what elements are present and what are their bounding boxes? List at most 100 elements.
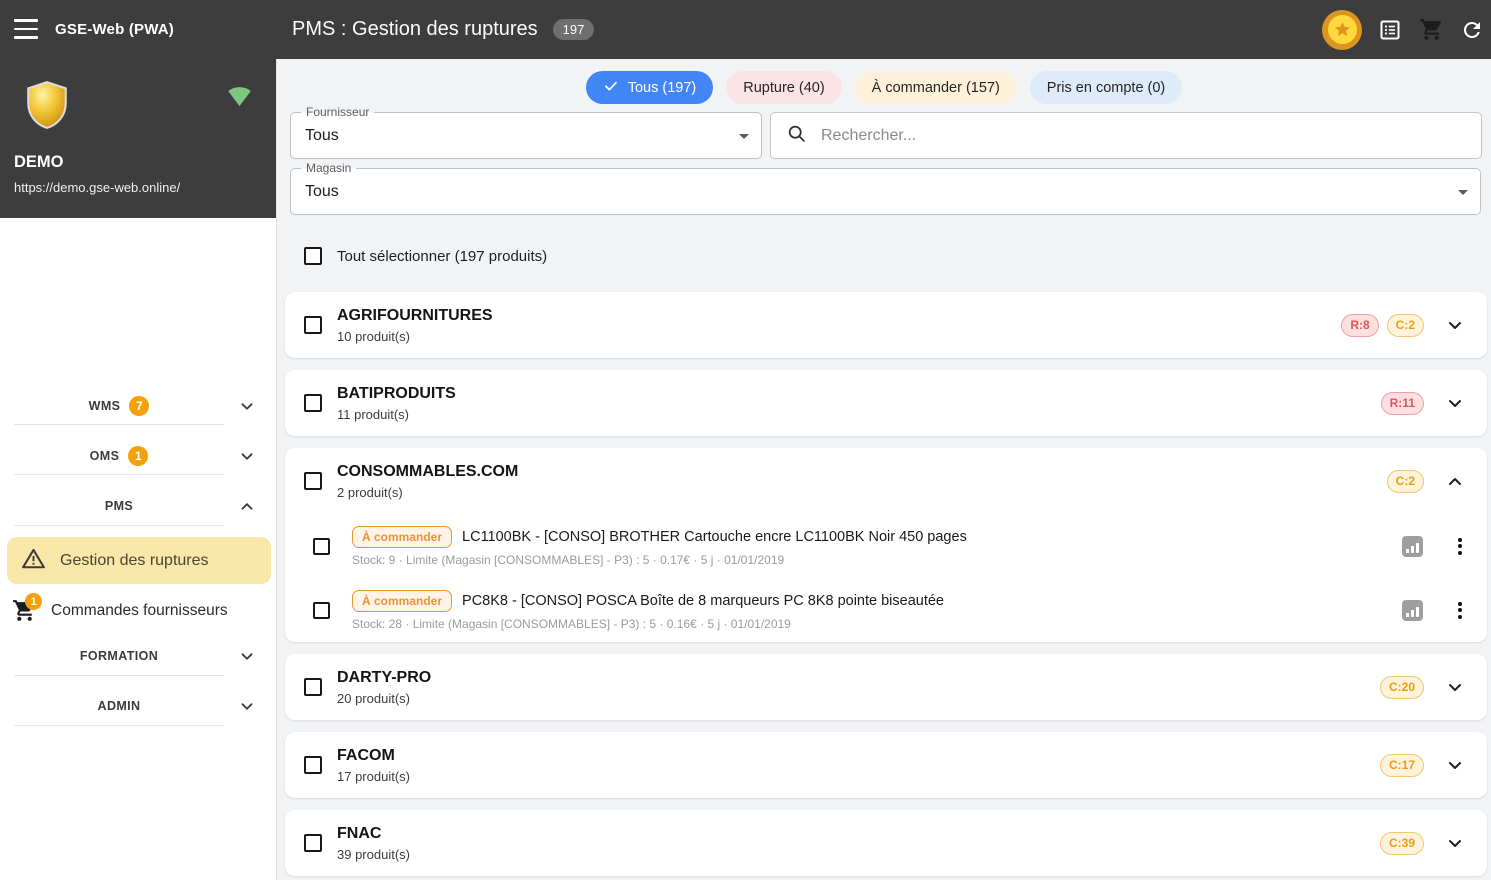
chevron-down-icon[interactable] [1443,391,1467,415]
supplier-checkbox[interactable] [304,678,322,696]
oms-badge: 1 [128,446,149,466]
sidebar-item-label: Commandes fournisseurs [51,602,228,619]
filter-chip-label: Tous (197) [627,79,697,96]
chevron-down-icon[interactable] [1443,831,1467,855]
bar-chart-icon[interactable] [1402,535,1423,557]
sidebar-section-wms[interactable]: WMS 7 [0,388,277,424]
bar-chart-icon[interactable] [1402,599,1423,621]
supplier-count: 10 produit(s) [337,328,410,344]
sidebar-section-admin[interactable]: ADMIN [0,688,277,724]
chevron-down-icon[interactable] [1443,753,1467,777]
supplier-card: BATIPRODUITS 11 produit(s) R:11 [285,370,1487,436]
sidebar-item-gestion-des-ruptures[interactable]: Gestion des ruptures [7,537,271,584]
product-row: À commander LC1100BK - [CONSO] BROTHER C… [285,514,1487,578]
supplier-checkbox[interactable] [304,472,322,490]
supplier-card: AGRIFOURNITURES 10 produit(s) R:8 C:2 [285,292,1487,358]
commander-count-badge: C:2 [1386,313,1424,337]
sidebar-profile: DEMO https://demo.gse-web.online/ [0,59,276,218]
commander-count-badge: C:20 [1379,675,1424,699]
chevron-down-icon[interactable] [1443,675,1467,699]
main-content: Tous (197) Rupture (40) À commander (157… [277,59,1491,880]
search-input[interactable] [821,126,1466,145]
filter-chip-pris-en-compte[interactable]: Pris en compte (0) [1029,71,1183,104]
fournisseur-select-label: Fournisseur [301,105,375,119]
filter-chip-a-commander[interactable]: À commander (157) [854,71,1017,104]
check-icon [603,78,619,98]
rupture-count-badge: R:8 [1341,313,1379,337]
chevron-up-icon[interactable] [1443,469,1467,493]
page-title: PMS : Gestion des ruptures [292,18,538,40]
wms-badge: 7 [129,396,150,416]
list-alt-button[interactable] [1377,17,1403,43]
product-title: LC1100BK - [CONSO] BROTHER Cartouche enc… [462,528,967,545]
supplier-count: 2 produit(s) [337,484,403,500]
supplier-header[interactable]: BATIPRODUITS 11 produit(s) R:11 [285,370,1487,436]
supplier-count: 11 produit(s) [337,406,410,422]
filter-chip-label: À commander (157) [871,79,1000,96]
app-title: GSE-Web (PWA) [55,21,174,38]
filter-chip-tous[interactable]: Tous (197) [585,71,714,104]
supplier-list: AGRIFOURNITURES 10 produit(s) R:8 C:2 BA… [285,292,1487,880]
page-count-badge: 197 [552,19,595,40]
chevron-up-icon [236,495,258,522]
sidebar-item-commandes-fournisseurs[interactable]: 1 Commandes fournisseurs [0,590,277,632]
star-circle-button[interactable] [1322,9,1362,50]
supplier-card: FNAC 39 produit(s) C:39 [285,810,1487,876]
menu-icon[interactable] [14,19,38,39]
filter-chip-label: Pris en compte (0) [1046,79,1166,96]
product-checkbox[interactable] [313,537,330,555]
filter-chip-label: Rupture (40) [743,79,825,96]
cart-button[interactable] [1418,17,1444,43]
supplier-name: CONSOMMABLES.COM [337,462,519,480]
supplier-checkbox[interactable] [304,394,322,412]
chevron-down-icon [236,695,258,722]
search-bar [770,112,1482,159]
product-title: PC8K8 - [CONSO] POSCA Boîte de 8 marqueu… [462,592,945,609]
refresh-button[interactable] [1459,17,1485,43]
product-checkbox[interactable] [313,601,330,619]
shield-logo [22,79,72,136]
sidebar-section-pms[interactable]: PMS [0,488,277,524]
supplier-checkbox[interactable] [304,756,322,774]
filter-chip-rupture[interactable]: Rupture (40) [726,71,842,104]
select-all-checkbox[interactable] [304,247,322,265]
supplier-header[interactable]: DARTY-PRO 20 produit(s) C:20 [285,654,1487,720]
magasin-select-value: Tous [305,182,339,200]
sidebar-nav: WMS 7 OMS 1 PMS Gestion des ruptures 1 C… [0,218,276,880]
sidebar-section-formation[interactable]: FORMATION [0,638,277,674]
supplier-header[interactable]: FACOM 17 produit(s) C:17 [285,732,1487,798]
supplier-name: BATIPRODUITS [337,384,456,402]
kebab-menu-icon[interactable] [1453,534,1467,558]
caret-down-icon [1458,189,1468,195]
wifi-icon [226,83,253,115]
supplier-checkbox[interactable] [304,834,322,852]
magasin-select[interactable]: Magasin Tous [290,161,1481,215]
sidebar-item-label: Gestion des ruptures [60,551,209,569]
warning-icon [21,546,46,576]
supplier-card-expanded: CONSOMMABLES.COM 2 produit(s) C:2 À comm… [285,448,1487,642]
sidebar-section-oms[interactable]: OMS 1 [0,438,277,474]
commander-count-badge: C:17 [1379,753,1424,777]
commander-count-badge: C:39 [1379,831,1424,855]
rupture-count-badge: R:11 [1380,391,1424,415]
section-label: OMS [89,449,120,463]
supplier-header[interactable]: AGRIFOURNITURES 10 produit(s) R:8 C:2 [285,292,1487,358]
supplier-count: 20 produit(s) [337,690,410,706]
chevron-down-icon[interactable] [1443,313,1467,337]
supplier-header[interactable]: FNAC 39 produit(s) C:39 [285,810,1487,876]
supplier-header[interactable]: CONSOMMABLES.COM 2 produit(s) C:2 [285,448,1487,514]
kebab-menu-icon[interactable] [1453,598,1467,622]
chevron-down-icon [236,645,258,672]
section-label: ADMIN [97,699,141,713]
commandes-badge: 1 [25,593,42,610]
environment-url: https://demo.gse-web.online/ [14,180,181,195]
environment-name: DEMO [14,153,64,171]
star-icon [1327,15,1357,44]
supplier-card: FACOM 17 produit(s) C:17 [285,732,1487,798]
supplier-card: DARTY-PRO 20 produit(s) C:20 [285,654,1487,720]
section-label: FORMATION [79,649,159,663]
supplier-checkbox[interactable] [304,316,322,334]
status-badge: À commander [352,525,453,548]
fournisseur-select[interactable]: Fournisseur Tous [290,105,762,159]
product-details: Stock: 28 · Limite (Magasin [CONSOMMABLE… [352,616,791,631]
